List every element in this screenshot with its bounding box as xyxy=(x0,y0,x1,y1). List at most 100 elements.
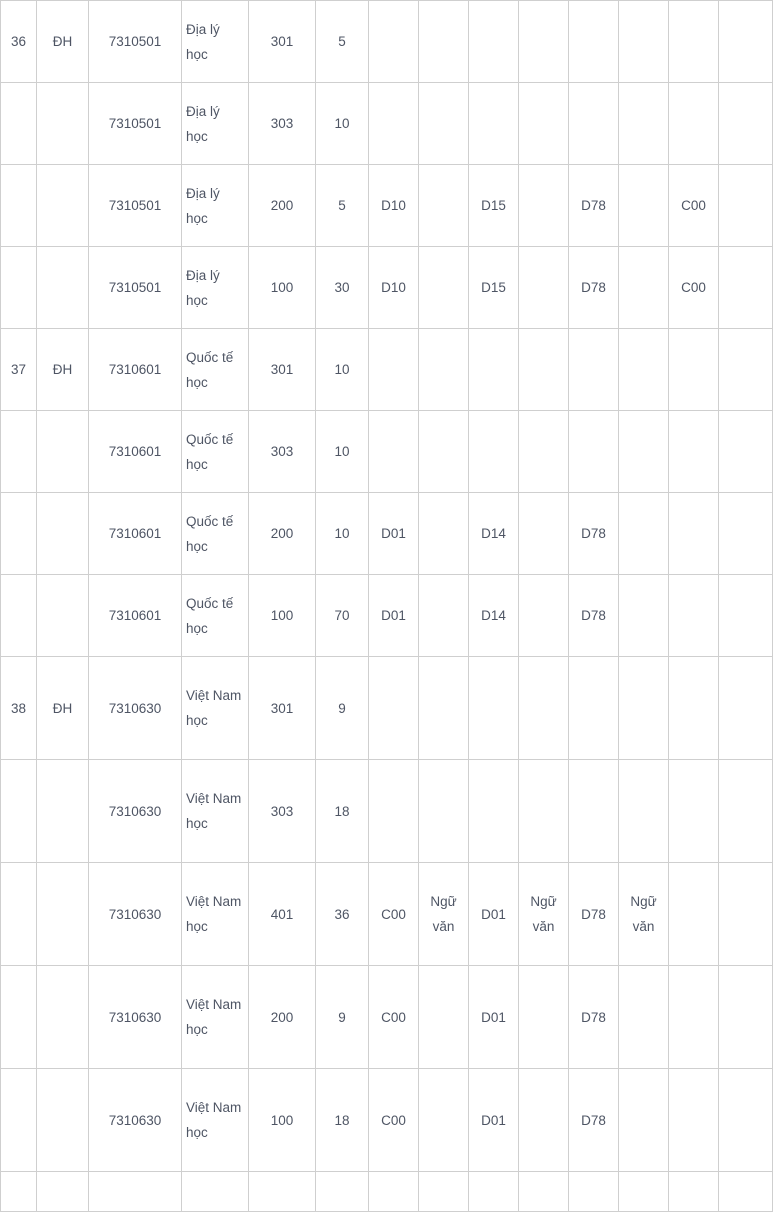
cell-subject-block-8 xyxy=(718,759,773,863)
cell-subject-block-2 xyxy=(418,492,469,575)
cell-admission-method-code: 200 xyxy=(248,164,316,247)
cell-subject-block-3 xyxy=(468,759,519,863)
cell-admission-method-code xyxy=(248,1171,316,1212)
cell-subject-block-1 xyxy=(368,656,419,760)
cell-quota: 10 xyxy=(315,492,369,575)
cell-subject-block-2: Ngữ văn xyxy=(418,862,469,966)
cell-quota: 10 xyxy=(315,82,369,165)
cell-major-code: 7310601 xyxy=(88,328,182,411)
cell-subject-block-1 xyxy=(368,328,419,411)
cell-education-level xyxy=(36,492,89,575)
cell-subject-block-8 xyxy=(718,0,773,83)
cell-subject-block-4 xyxy=(518,492,569,575)
cell-subject-block-1 xyxy=(368,410,419,493)
cell-admission-method-code: 200 xyxy=(248,492,316,575)
table-row: 7310601 Quốc tế học 303 10 xyxy=(0,410,773,493)
table-row: 7310630 Việt Nam học 100 18 C00 D01 D78 xyxy=(0,1068,773,1172)
cell-subject-block-7 xyxy=(668,410,719,493)
cell-subject-block-1: D10 xyxy=(368,246,419,329)
admissions-quota-table: 36 ĐH 7310501 Địa lý học 301 5 7310501 Địa lý h… xyxy=(0,0,773,1212)
cell-major-name: Việt Nam học xyxy=(181,759,249,863)
cell-subject-block-8 xyxy=(718,164,773,247)
cell-subject-block-8 xyxy=(718,82,773,165)
cell-subject-block-1 xyxy=(368,82,419,165)
cell-major-code: 7310501 xyxy=(88,0,182,83)
cell-subject-block-6 xyxy=(618,492,669,575)
cell-subject-block-2 xyxy=(418,574,469,657)
cell-subject-block-2 xyxy=(418,82,469,165)
cell-subject-block-6 xyxy=(618,410,669,493)
cell-education-level: ĐH xyxy=(36,656,89,760)
cell-subject-block-2 xyxy=(418,759,469,863)
cell-subject-block-1 xyxy=(368,1171,419,1212)
cell-subject-block-4 xyxy=(518,759,569,863)
cell-admission-method-code: 200 xyxy=(248,965,316,1069)
cell-stt xyxy=(0,759,37,863)
cell-stt xyxy=(0,1068,37,1172)
cell-admission-method-code: 401 xyxy=(248,862,316,966)
cell-subject-block-5 xyxy=(568,759,619,863)
cell-subject-block-2 xyxy=(418,0,469,83)
cell-subject-block-1: D10 xyxy=(368,164,419,247)
cell-subject-block-3: D14 xyxy=(468,492,519,575)
cell-major-name: Việt Nam học xyxy=(181,965,249,1069)
cell-subject-block-1: D01 xyxy=(368,574,419,657)
cell-subject-block-8 xyxy=(718,574,773,657)
cell-subject-block-5: D78 xyxy=(568,164,619,247)
cell-subject-block-1 xyxy=(368,759,419,863)
cell-education-level: ĐH xyxy=(36,328,89,411)
cell-subject-block-7: C00 xyxy=(668,164,719,247)
cell-education-level xyxy=(36,410,89,493)
cell-subject-block-4 xyxy=(518,82,569,165)
cell-subject-block-1 xyxy=(368,0,419,83)
cell-subject-block-5 xyxy=(568,656,619,760)
cell-quota xyxy=(315,1171,369,1212)
cell-subject-block-2 xyxy=(418,410,469,493)
cell-subject-block-7 xyxy=(668,862,719,966)
cell-major-code: 7310501 xyxy=(88,246,182,329)
cell-subject-block-5 xyxy=(568,1171,619,1212)
cell-subject-block-6 xyxy=(618,656,669,760)
cell-subject-block-5 xyxy=(568,0,619,83)
cell-subject-block-1: C00 xyxy=(368,965,419,1069)
cell-quota: 18 xyxy=(315,1068,369,1172)
cell-subject-block-3 xyxy=(468,656,519,760)
cell-admission-method-code: 303 xyxy=(248,410,316,493)
table-row: 37 ĐH 7310601 Quốc tế học 301 10 xyxy=(0,328,773,411)
cell-subject-block-7 xyxy=(668,1068,719,1172)
cell-education-level xyxy=(36,1068,89,1172)
cell-quota: 5 xyxy=(315,164,369,247)
cell-subject-block-3 xyxy=(468,82,519,165)
cell-subject-block-3: D15 xyxy=(468,246,519,329)
cell-major-code: 7310601 xyxy=(88,574,182,657)
cell-major-code xyxy=(88,1171,182,1212)
cell-education-level xyxy=(36,862,89,966)
cell-subject-block-7: C00 xyxy=(668,246,719,329)
cell-subject-block-6 xyxy=(618,0,669,83)
cell-major-name: Việt Nam học xyxy=(181,1068,249,1172)
cell-subject-block-7 xyxy=(668,574,719,657)
table-row: 36 ĐH 7310501 Địa lý học 301 5 xyxy=(0,0,773,83)
table-row: 7310630 Việt Nam học 303 18 xyxy=(0,759,773,863)
cell-subject-block-6 xyxy=(618,574,669,657)
cell-major-code: 7310630 xyxy=(88,862,182,966)
cell-stt xyxy=(0,862,37,966)
cell-major-name: Quốc tế học xyxy=(181,574,249,657)
cell-subject-block-6 xyxy=(618,759,669,863)
cell-major-name xyxy=(181,1171,249,1212)
cell-subject-block-2 xyxy=(418,164,469,247)
cell-subject-block-4 xyxy=(518,246,569,329)
cell-subject-block-8 xyxy=(718,246,773,329)
cell-major-code: 7310630 xyxy=(88,759,182,863)
cell-stt xyxy=(0,492,37,575)
cell-subject-block-4 xyxy=(518,410,569,493)
cell-subject-block-4 xyxy=(518,574,569,657)
cell-stt xyxy=(0,965,37,1069)
cell-education-level xyxy=(36,82,89,165)
cell-subject-block-8 xyxy=(718,1171,773,1212)
cell-education-level xyxy=(36,759,89,863)
cell-stt: 37 xyxy=(0,328,37,411)
cell-quota: 9 xyxy=(315,656,369,760)
cell-quota: 30 xyxy=(315,246,369,329)
cell-major-code: 7310501 xyxy=(88,82,182,165)
